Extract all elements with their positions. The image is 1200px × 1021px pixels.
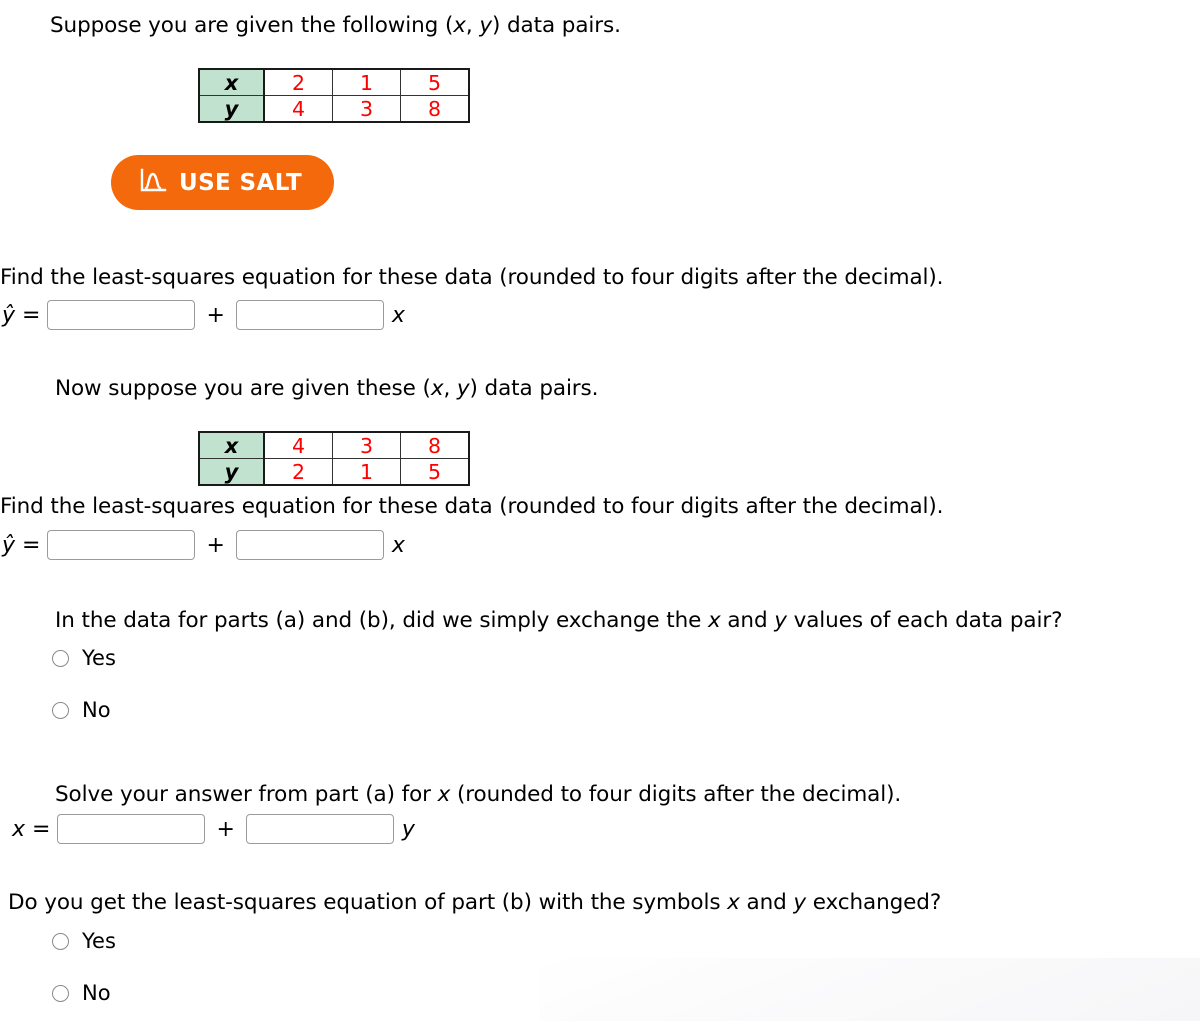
- part-d-intercept-input[interactable]: [57, 814, 206, 844]
- part-c-label-no: No: [82, 698, 111, 722]
- part-a-lhs-label: ŷ =: [2, 302, 41, 328]
- background-panel: [540, 958, 1200, 1021]
- part-e-question: Do you get the least-squares equation of…: [8, 890, 941, 917]
- part-c-option-no[interactable]: No: [52, 698, 111, 722]
- use-salt-button[interactable]: USE SALT: [111, 155, 335, 210]
- distribution-curve-icon: [139, 168, 167, 197]
- part-a-slope-input[interactable]: [235, 300, 384, 330]
- part-c-question-text-3: values of each data pair?: [786, 608, 1063, 633]
- table-row: y 2 1 5: [198, 458, 470, 486]
- table-a-row-label-x: x: [198, 68, 265, 96]
- table-b-x-cell-2: 8: [400, 431, 470, 459]
- part-b-prompt: Find the least-squares equation for thes…: [0, 494, 944, 519]
- part-b-answer-row: ŷ = + x: [2, 530, 405, 560]
- part-b-intercept-input[interactable]: [47, 530, 196, 560]
- part-c-question: In the data for parts (a) and (b), did w…: [55, 608, 1063, 635]
- table-a-row-label-y: y: [198, 95, 265, 123]
- table-row: x 4 3 8: [198, 431, 470, 459]
- part-d-prompt: Solve your answer from part (a) for x (r…: [55, 782, 901, 809]
- table-b-x-cell-1: 3: [332, 431, 401, 459]
- table-a-x-cell-0: 2: [263, 68, 333, 96]
- table-b-row-label-y: y: [198, 458, 265, 486]
- part-d-slope-input[interactable]: [245, 814, 394, 844]
- part-b-trailing-variable: x: [391, 532, 405, 558]
- part-e-var-x: x: [727, 890, 740, 915]
- part-d-prompt-before: Solve your answer from part (a) for: [55, 782, 438, 807]
- intro-comma: ,: [465, 13, 480, 38]
- part-c-label-yes: Yes: [82, 646, 116, 670]
- table-a-x-cell-2: 5: [400, 68, 470, 96]
- part-c-radio-no[interactable]: [52, 701, 69, 719]
- table-b-y-cell-2: 5: [400, 458, 470, 486]
- intro-b-text-after: ) data pairs.: [469, 376, 599, 401]
- intro-sentence-b: Now suppose you are given these (x, y) d…: [55, 376, 598, 403]
- part-e-option-yes[interactable]: Yes: [52, 929, 116, 953]
- part-e-label-yes: Yes: [82, 929, 116, 953]
- intro-b-var-y: y: [456, 376, 470, 401]
- part-a-answer-row: ŷ = + x: [2, 300, 405, 330]
- part-d-trailing-variable: y: [401, 816, 415, 842]
- part-c-var-y: y: [774, 608, 787, 633]
- table-b-y-cell-1: 1: [332, 458, 401, 486]
- intro-text-a-tail: ) data pairs.: [491, 13, 621, 38]
- part-b-slope-input[interactable]: [235, 530, 384, 560]
- part-a-prompt: Find the least-squares equation for thes…: [0, 265, 944, 290]
- part-e-radio-no[interactable]: [52, 984, 69, 1002]
- table-row: y 4 3 8: [198, 95, 470, 123]
- table-b-row-label-x: x: [198, 431, 265, 459]
- part-a-trailing-variable: x: [391, 302, 405, 328]
- part-e-radio-yes[interactable]: [52, 932, 69, 950]
- intro-b-var-x: x: [430, 376, 444, 401]
- part-e-var-y: y: [793, 890, 807, 915]
- part-b-operator: +: [206, 532, 225, 558]
- part-d-lhs-label: x =: [12, 816, 51, 842]
- intro-b-comma: ,: [443, 376, 457, 401]
- part-d-operator: +: [216, 816, 235, 842]
- part-c-option-yes[interactable]: Yes: [52, 646, 116, 670]
- part-e-option-no[interactable]: No: [52, 981, 111, 1005]
- use-salt-label: USE SALT: [179, 169, 303, 196]
- table-a-y-cell-0: 4: [263, 95, 333, 123]
- part-a-operator: +: [206, 302, 225, 328]
- table-a-y-cell-1: 3: [332, 95, 401, 123]
- part-e-question-text-1: Do you get the least-squares equation of…: [8, 890, 728, 915]
- intro-var-x: x: [453, 13, 466, 38]
- intro-b-text-before: Now suppose you are given these (: [55, 376, 431, 401]
- table-a-x-cell-1: 1: [332, 68, 401, 96]
- intro-text-a: Suppose you are given the following (: [50, 13, 454, 38]
- part-e-question-text-3: exchanged?: [806, 890, 942, 915]
- part-c-question-text-2: and: [720, 608, 775, 633]
- part-e-label-no: No: [82, 981, 111, 1005]
- part-d-answer-row: x = + y: [12, 814, 415, 844]
- intro-var-y: y: [479, 13, 492, 38]
- part-d-var-x: x: [437, 782, 451, 807]
- part-a-intercept-input[interactable]: [47, 300, 196, 330]
- intro-sentence-a: Suppose you are given the following (x, …: [50, 13, 621, 40]
- part-d-prompt-after: (rounded to four digits after the decima…: [450, 782, 902, 807]
- table-a-y-cell-2: 8: [400, 95, 470, 123]
- table-row: x 2 1 5: [198, 68, 470, 96]
- part-e-question-text-2: and: [739, 890, 794, 915]
- part-c-var-x: x: [707, 608, 721, 633]
- table-b-y-cell-0: 2: [263, 458, 333, 486]
- data-table-a: x 2 1 5 y 4 3 8: [198, 68, 470, 123]
- table-b-x-cell-0: 4: [263, 431, 333, 459]
- part-b-lhs-label: ŷ =: [2, 532, 41, 558]
- part-c-question-text-1: In the data for parts (a) and (b), did w…: [55, 608, 708, 633]
- part-c-radio-yes[interactable]: [52, 649, 69, 667]
- data-table-b: x 4 3 8 y 2 1 5: [198, 431, 470, 486]
